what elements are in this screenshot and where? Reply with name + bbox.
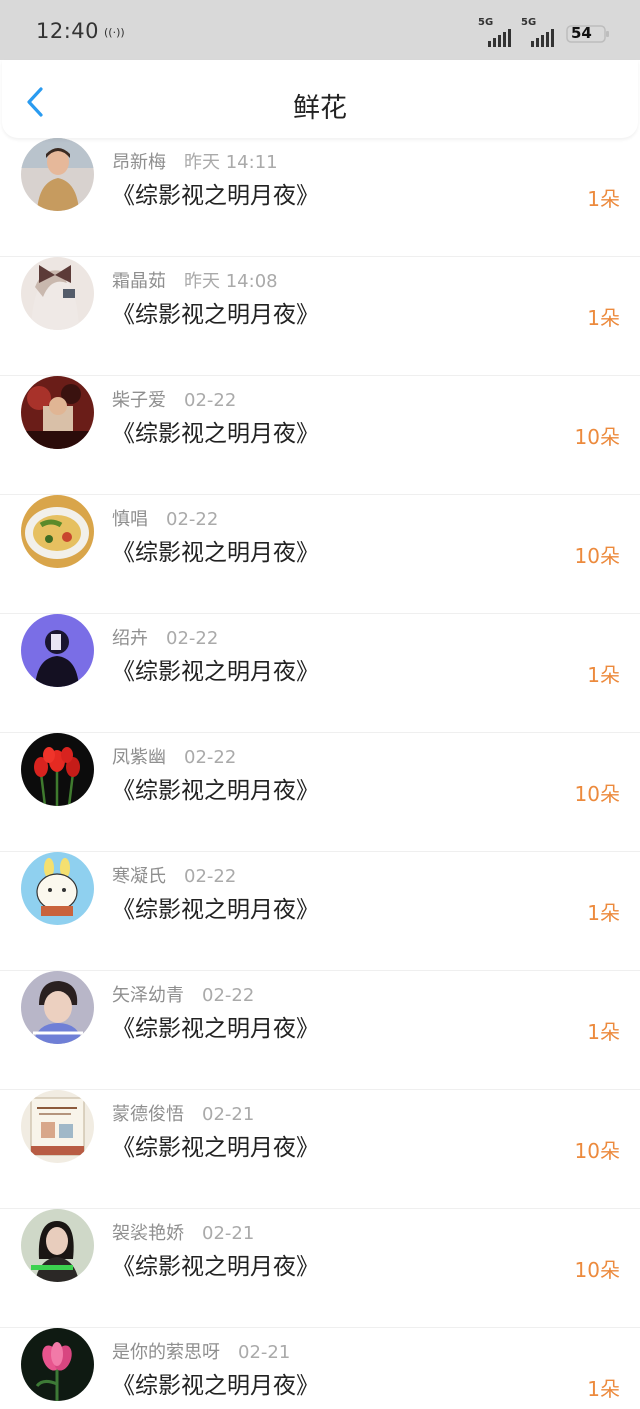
sender-name: 霜晶茹 [112, 271, 166, 292]
flower-count: 1朵 [587, 901, 620, 925]
list-item[interactable]: 寒凝氏 02-22 《综影视之明月夜》 1朵 [0, 852, 640, 971]
sender-meta: 蒙德俊悟 02-21 [112, 1100, 254, 1126]
list-item[interactable]: 袈裟艳娇 02-21 《综影视之明月夜》 10朵 [0, 1209, 640, 1328]
sender-meta: 矢泽幼青 02-22 [112, 981, 254, 1007]
status-bar: 12:40 ((·)) 5G 5G 54 [0, 0, 640, 60]
flower-count: 10朵 [574, 782, 620, 806]
flower-count: 10朵 [574, 1258, 620, 1282]
sender-meta: 袈裟艳娇 02-21 [112, 1219, 254, 1245]
list-item[interactable]: 霜晶茹 昨天 14:08 《综影视之明月夜》 1朵 [0, 257, 640, 376]
sender-name: 矢泽幼青 [112, 985, 184, 1006]
signal-icon: 5G [521, 17, 561, 47]
flower-count: 1朵 [587, 1020, 620, 1044]
flower-count: 10朵 [574, 1139, 620, 1163]
list-item[interactable]: 矢泽幼青 02-22 《综影视之明月夜》 1朵 [0, 971, 640, 1090]
sender-name: 绍卉 [112, 628, 148, 649]
cartoon-bunny-avatar[interactable] [21, 852, 94, 925]
sender-name: 蒙德俊悟 [112, 1104, 184, 1125]
network-type-label: 5G [521, 17, 537, 28]
nav-header: 鲜花 [2, 60, 638, 138]
send-time: 02-22 [184, 866, 237, 887]
list-item[interactable]: 是你的萦思呀 02-21 《综影视之明月夜》 1朵 [0, 1328, 640, 1409]
book-title[interactable]: 《综影视之明月夜》 [112, 1366, 319, 1400]
book-title[interactable]: 《综影视之明月夜》 [112, 414, 319, 448]
sender-name: 柴子爱 [112, 390, 166, 411]
book-title[interactable]: 《综影视之明月夜》 [112, 771, 319, 805]
sender-meta: 柴子爱 02-22 [112, 386, 236, 412]
book-title[interactable]: 《综影视之明月夜》 [112, 1128, 319, 1162]
send-time: 02-22 [202, 985, 255, 1006]
send-time: 02-21 [202, 1104, 255, 1125]
pink-flower-avatar[interactable] [21, 1328, 94, 1401]
sender-meta: 寒凝氏 02-22 [112, 862, 236, 888]
boy-portrait-avatar[interactable] [21, 971, 94, 1044]
list-item[interactable]: 绍卉 02-22 《综影视之明月夜》 1朵 [0, 614, 640, 733]
person-in-sweater-avatar[interactable] [21, 138, 94, 211]
signal-icon: 5G [478, 17, 518, 47]
illustration-card-avatar[interactable] [21, 1090, 94, 1163]
book-title[interactable]: 《综影视之明月夜》 [112, 652, 319, 686]
sender-name: 袈裟艳娇 [112, 1223, 184, 1244]
list-item[interactable]: 慎唱 02-22 《综影视之明月夜》 10朵 [0, 495, 640, 614]
flower-count: 1朵 [587, 663, 620, 687]
flower-count: 10朵 [574, 544, 620, 568]
flower-count: 10朵 [574, 425, 620, 449]
send-time: 02-22 [184, 390, 237, 411]
sender-meta: 是你的萦思呀 02-21 [112, 1338, 290, 1364]
book-title[interactable]: 《综影视之明月夜》 [112, 1247, 319, 1281]
noodles-avatar[interactable] [21, 495, 94, 568]
sender-name: 凤紫幽 [112, 747, 166, 768]
flower-count: 1朵 [587, 1377, 620, 1401]
red-tulips-avatar[interactable] [21, 733, 94, 806]
book-title[interactable]: 《综影视之明月夜》 [112, 890, 319, 924]
send-time: 02-21 [202, 1223, 255, 1244]
sender-meta: 昂新梅 昨天 14:11 [112, 148, 278, 174]
sender-name: 昂新梅 [112, 152, 166, 173]
page-title: 鲜花 [293, 93, 347, 124]
network-type-label: 5G [478, 17, 494, 28]
purple-silhouette-avatar[interactable] [21, 614, 94, 687]
red-scene-avatar[interactable] [21, 376, 94, 449]
sender-meta: 慎唱 02-22 [112, 505, 218, 531]
book-title[interactable]: 《综影视之明月夜》 [112, 295, 319, 329]
send-time: 02-21 [238, 1342, 291, 1363]
sender-name: 是你的萦思呀 [112, 1342, 220, 1363]
flower-count: 1朵 [587, 187, 620, 211]
battery-level: 54 [571, 24, 592, 42]
sender-name: 慎唱 [112, 509, 148, 530]
list-item[interactable]: 昂新梅 昨天 14:11 《综影视之明月夜》 1朵 [0, 138, 640, 257]
send-time: 昨天 14:11 [184, 152, 278, 173]
status-time: 12:40 [36, 19, 100, 43]
list-item[interactable]: 凤紫幽 02-22 《综影视之明月夜》 10朵 [0, 733, 640, 852]
send-time: 02-22 [184, 747, 237, 768]
girl-with-bow-avatar[interactable] [21, 257, 94, 330]
list-item[interactable]: 蒙德俊悟 02-21 《综影视之明月夜》 10朵 [0, 1090, 640, 1209]
flower-count: 1朵 [587, 306, 620, 330]
list-item[interactable]: 柴子爱 02-22 《综影视之明月夜》 10朵 [0, 376, 640, 495]
send-time: 02-22 [166, 628, 219, 649]
book-title[interactable]: 《综影视之明月夜》 [112, 533, 319, 567]
book-title[interactable]: 《综影视之明月夜》 [112, 1009, 319, 1043]
sender-meta: 绍卉 02-22 [112, 624, 218, 650]
woman-portrait-avatar[interactable] [21, 1209, 94, 1282]
sender-meta: 霜晶茹 昨天 14:08 [112, 267, 278, 293]
sender-name: 寒凝氏 [112, 866, 166, 887]
hotspot-icon: ((·)) [104, 26, 125, 39]
sender-meta: 凤紫幽 02-22 [112, 743, 236, 769]
send-time: 02-22 [166, 509, 219, 530]
battery-icon: 54 [566, 24, 610, 44]
send-time: 昨天 14:08 [184, 271, 278, 292]
book-title[interactable]: 《综影视之明月夜》 [112, 176, 319, 210]
